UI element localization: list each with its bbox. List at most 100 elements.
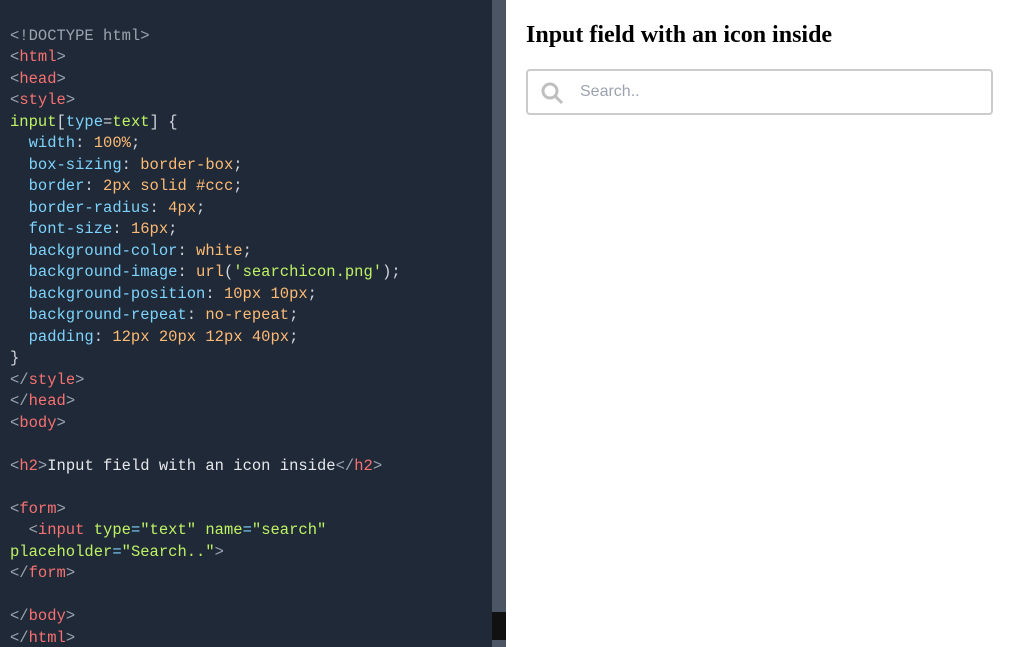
code-token: head (19, 70, 56, 88)
search-form (526, 69, 993, 115)
code-token: background-color (10, 242, 177, 260)
code-token: placeholder (10, 543, 112, 561)
code-token: no-repeat (205, 306, 289, 324)
code-token: < (10, 414, 19, 432)
search-input-wrapper (526, 69, 993, 115)
preview-heading: Input field with an icon inside (526, 22, 993, 49)
code-token: ; (289, 306, 298, 324)
code-token: < (10, 521, 38, 539)
code-token: name (196, 521, 243, 539)
code-token: > (66, 564, 75, 582)
code-token: "text" (140, 521, 196, 539)
code-token: > (66, 629, 75, 647)
code-token: < (10, 91, 19, 109)
scrollbar-track[interactable] (492, 0, 506, 647)
code-token: h2 (354, 457, 373, 475)
code-token: = (103, 113, 112, 131)
code-token: background-repeat (10, 306, 187, 324)
code-token: border (10, 177, 84, 195)
code-token: ; (168, 220, 177, 238)
code-token: box-sizing (10, 156, 122, 174)
preview-pane: Input field with an icon inside (506, 0, 1013, 647)
code-token: : (205, 285, 224, 303)
code-token: </ (10, 564, 29, 582)
code-token: ; (391, 263, 400, 281)
code-token: style (19, 91, 66, 109)
code-token: ; (308, 285, 317, 303)
code-token: = (243, 521, 252, 539)
code-token: 12px 20px 12px 40px (112, 328, 289, 346)
code-token: background-image (10, 263, 177, 281)
code-token: padding (10, 328, 94, 346)
code-token: > (66, 392, 75, 410)
code-token: < (10, 457, 19, 475)
code-token: < (10, 48, 19, 66)
code-token: </ (10, 371, 29, 389)
code-token: : (177, 263, 196, 281)
code-token: html (19, 48, 56, 66)
code-token: body (19, 414, 56, 432)
code-token: } (10, 349, 19, 367)
code-token: 4px (168, 199, 196, 217)
code-token: : (112, 220, 131, 238)
code-token: 100% (94, 134, 131, 152)
code-token: ; (233, 177, 242, 195)
code-token: : (84, 177, 103, 195)
code-token: background-position (10, 285, 205, 303)
code-token: > (57, 500, 66, 518)
code-token: : (187, 306, 206, 324)
code-token: form (29, 564, 66, 582)
code-token: 'searchicon.png' (233, 263, 382, 281)
code-token: > (75, 371, 84, 389)
code-token: [ (57, 113, 66, 131)
code-token: "Search.." (122, 543, 215, 561)
code-token: < (10, 70, 19, 88)
search-input[interactable] (526, 69, 993, 115)
code-token: style (29, 371, 76, 389)
code-token: type (84, 521, 131, 539)
code-token: h2 (19, 457, 38, 475)
code-token: </ (10, 392, 29, 410)
code-token: : (177, 242, 196, 260)
code-token: font-size (10, 220, 112, 238)
code-token: = (112, 543, 121, 561)
code-token: url (196, 263, 224, 281)
code-token: Input field with an icon inside (47, 457, 335, 475)
scrollbar-thumb[interactable] (492, 612, 506, 640)
code-token: input (38, 521, 85, 539)
code-token: > (38, 457, 47, 475)
code-token: : (122, 156, 141, 174)
code-token: width (10, 134, 75, 152)
code-token: ; (196, 199, 205, 217)
code-token: "search" (252, 521, 326, 539)
code-token: html (29, 629, 66, 647)
code-token: ( (224, 263, 233, 281)
code-token: 2px solid #ccc (103, 177, 233, 195)
code-token: > (57, 48, 66, 66)
code-token: form (19, 500, 56, 518)
code-token: </ (10, 607, 29, 625)
code-token: input (10, 113, 57, 131)
code-token: ; (233, 156, 242, 174)
code-token: > (66, 91, 75, 109)
code-token: : (150, 199, 169, 217)
code-token: ; (243, 242, 252, 260)
code-token: < (10, 500, 19, 518)
code-token: > (57, 414, 66, 432)
code-editor-pane[interactable]: <!DOCTYPE html> <html> <head> <style> in… (0, 0, 506, 647)
code-token: <!DOCTYPE html (10, 27, 140, 45)
code-token: body (29, 607, 66, 625)
code-token: type (66, 113, 103, 131)
code-token: ; (289, 328, 298, 346)
code-token: = (131, 521, 140, 539)
code-token: head (29, 392, 66, 410)
code-token: border-radius (10, 199, 150, 217)
code-token: text (112, 113, 149, 131)
code-token: { (159, 113, 178, 131)
code-token: </ (336, 457, 355, 475)
code-token: 16px (131, 220, 168, 238)
code-token: > (373, 457, 382, 475)
code-token: ) (382, 263, 391, 281)
code-token: > (57, 70, 66, 88)
code-token: </ (10, 629, 29, 647)
